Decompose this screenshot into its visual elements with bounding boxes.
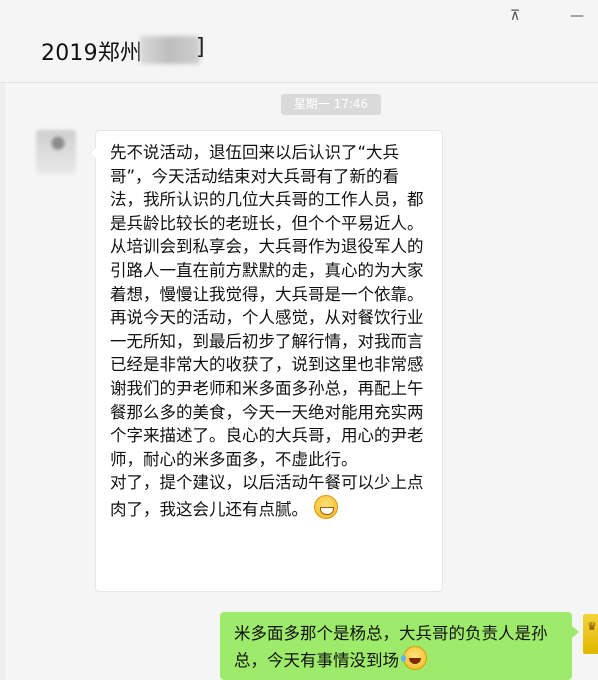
pin-icon[interactable]: ⊼ <box>504 6 526 26</box>
message-timestamp: 星期一 17:46 <box>281 94 381 115</box>
outgoing-message-text: 米多面多那个是杨总，大兵哥的负责人是孙总，今天有事情没到场 <box>234 622 564 673</box>
incoming-message-text: 先不说活动，退伍回来以后认识了“大兵哥”，今天活动结束对大兵哥有了新的看法，我所… <box>110 141 432 522</box>
grinning-face-icon <box>314 494 338 519</box>
title-redaction-blur <box>140 36 200 64</box>
chat-title-tail: ] <box>196 35 205 60</box>
tears-of-joy-icon <box>401 646 427 670</box>
outgoing-message-body: 米多面多那个是杨总，大兵哥的负责人是孙总，今天有事情没到场 <box>234 624 548 670</box>
chat-title: 2019郑州 <box>41 41 143 66</box>
left-edge-divider <box>0 84 5 680</box>
incoming-message-body: 先不说活动，退伍回来以后认识了“大兵哥”，今天活动结束对大兵哥有了新的看法，我所… <box>110 143 424 519</box>
incoming-message-bubble[interactable]: 先不说活动，退伍回来以后认识了“大兵哥”，今天活动结束对大兵哥有了新的看法，我所… <box>89 130 443 592</box>
self-avatar-icon: ♛ <box>587 620 597 633</box>
chat-title-bar: 2019郑州 ] ⊼ — <box>0 0 598 83</box>
sender-avatar[interactable] <box>36 130 76 174</box>
minimize-icon[interactable]: — <box>566 6 588 26</box>
outgoing-message-bubble[interactable]: 米多面多那个是杨总，大兵哥的负责人是孙总，今天有事情没到场 <box>220 612 579 680</box>
